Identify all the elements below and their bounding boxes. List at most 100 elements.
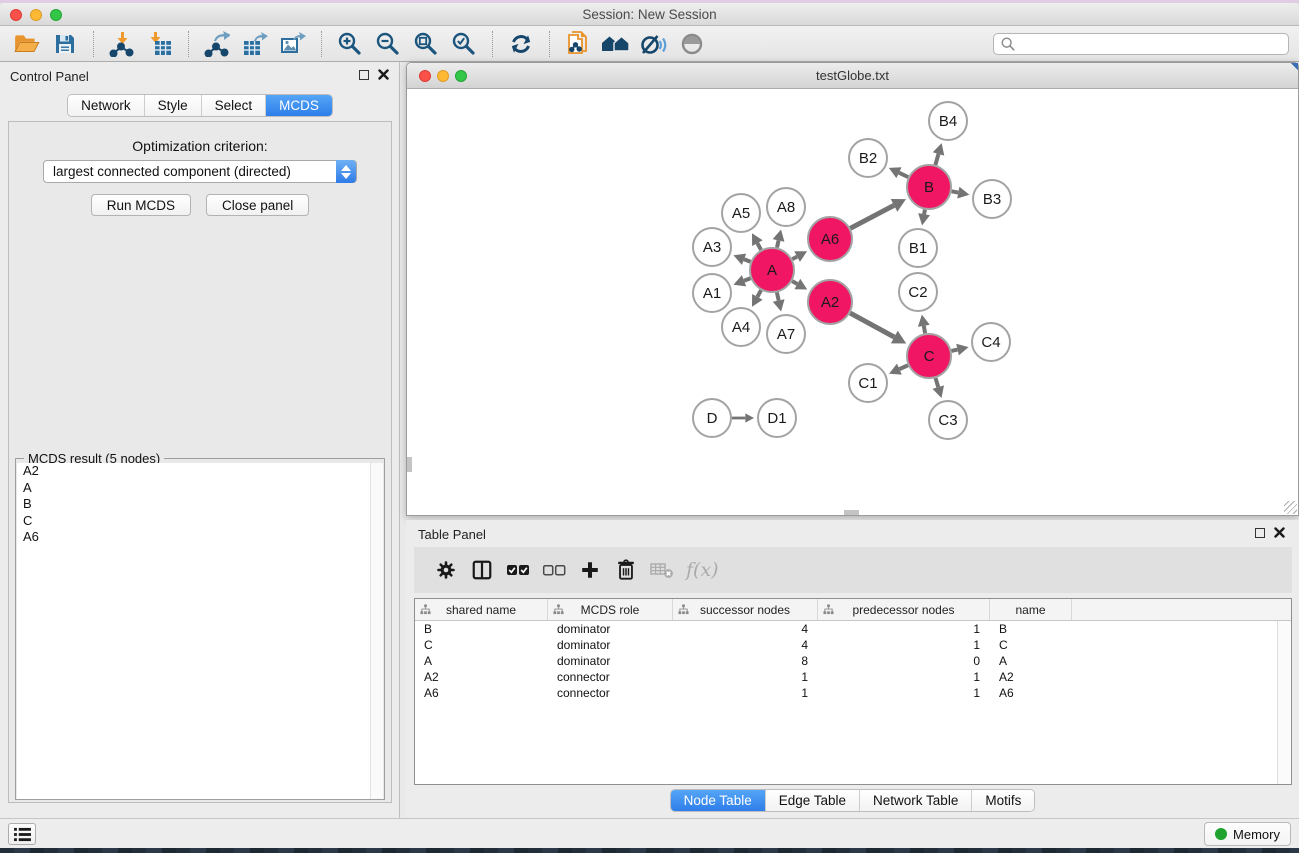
graph-node-B3[interactable]: B3 xyxy=(973,180,1011,218)
table-cell[interactable]: A xyxy=(990,653,1072,669)
table-row[interactable]: Cdominator41C xyxy=(415,637,1277,653)
graph-edge-A6-B[interactable] xyxy=(850,205,894,228)
graph-node-D1[interactable]: D1 xyxy=(758,399,796,437)
graph-node-A1[interactable]: A1 xyxy=(693,274,731,312)
table-row[interactable]: Adominator80A xyxy=(415,653,1277,669)
graph-node-C[interactable]: C xyxy=(907,334,951,378)
mcds-result-list[interactable]: A2ABCA6 xyxy=(17,463,371,799)
table-cell[interactable]: A2 xyxy=(415,669,548,685)
tab-mcds[interactable]: MCDS xyxy=(266,95,332,116)
column-header-shared-name[interactable]: shared name xyxy=(415,599,548,620)
graph-edge-C-C3[interactable] xyxy=(936,378,939,387)
graph-node-A8[interactable]: A8 xyxy=(767,188,805,226)
tab-node-table[interactable]: Node Table xyxy=(671,790,766,811)
table-cell[interactable]: 1 xyxy=(818,669,990,685)
table-cell[interactable]: 1 xyxy=(818,621,990,637)
table-cell[interactable]: 1 xyxy=(818,637,990,653)
optimization-criterion-dropdown[interactable]: largest connected component (directed) xyxy=(43,160,357,183)
column-header-mcds-role[interactable]: MCDS role xyxy=(548,599,673,620)
import-table-button[interactable] xyxy=(141,29,179,59)
graph-edge-B-B3[interactable] xyxy=(952,191,959,192)
table-cell[interactable]: dominator xyxy=(548,653,673,669)
graph-edge-A-A1[interactable] xyxy=(744,278,750,280)
add-column-button[interactable] xyxy=(572,554,608,586)
table-cell[interactable]: B xyxy=(415,621,548,637)
table-cell[interactable]: C xyxy=(415,637,548,653)
result-item[interactable]: C xyxy=(17,513,371,530)
network-graph[interactable]: B4B2BB3A8A5A6A3B1AC2A1A2A4A7C4CC1DD1C3 xyxy=(407,89,1298,515)
column-header-name[interactable]: name xyxy=(990,599,1072,620)
table-cell[interactable]: 0 xyxy=(818,653,990,669)
table-cell[interactable]: A6 xyxy=(990,685,1072,701)
graph-node-C1[interactable]: C1 xyxy=(849,364,887,402)
tab-network-table[interactable]: Network Table xyxy=(860,790,972,811)
result-item[interactable]: B xyxy=(17,496,371,513)
search-box[interactable] xyxy=(993,33,1289,55)
hide-graphics-details-button[interactable] xyxy=(635,29,673,59)
table-cell[interactable]: A6 xyxy=(415,685,548,701)
delete-table-button[interactable] xyxy=(644,554,680,586)
canvas-scroll-nub-bottom[interactable] xyxy=(844,510,859,515)
table-cell[interactable]: 1 xyxy=(673,669,818,685)
zoom-fit-button[interactable] xyxy=(407,29,445,59)
close-panel-icon[interactable] xyxy=(1274,527,1285,538)
column-header-successor-nodes[interactable]: successor nodes xyxy=(673,599,818,620)
graph-node-B4[interactable]: B4 xyxy=(929,102,967,140)
task-history-button[interactable] xyxy=(8,823,36,845)
table-cell[interactable]: 1 xyxy=(673,685,818,701)
graph-edge-C-C4[interactable] xyxy=(951,350,957,351)
table-row[interactable]: A6connector11A6 xyxy=(415,685,1277,701)
graph-node-A7[interactable]: A7 xyxy=(767,315,805,353)
delete-column-button[interactable] xyxy=(608,554,644,586)
save-session-button[interactable] xyxy=(46,29,84,59)
graph-node-C4[interactable]: C4 xyxy=(972,323,1010,361)
graph-edge-A-A5[interactable] xyxy=(757,243,761,250)
table-cell[interactable]: C xyxy=(990,637,1072,653)
tab-style[interactable]: Style xyxy=(145,95,202,116)
graph-edge-B-B4[interactable] xyxy=(935,154,938,165)
window-resize-grip[interactable] xyxy=(1284,501,1297,514)
table-cell[interactable]: connector xyxy=(548,669,673,685)
result-list-scrollbar[interactable] xyxy=(370,463,383,799)
table-cell[interactable]: dominator xyxy=(548,637,673,653)
network-window-titlebar[interactable]: testGlobe.txt xyxy=(407,63,1298,89)
graph-node-A[interactable]: A xyxy=(750,248,794,292)
table-scrollbar[interactable] xyxy=(1277,621,1291,784)
graph-edge-A-A6[interactable] xyxy=(792,257,797,260)
graph-edge-B-B1[interactable] xyxy=(924,210,925,215)
new-network-from-file-button[interactable] xyxy=(559,29,597,59)
home-button[interactable] xyxy=(597,29,635,59)
graph-edge-C-C2[interactable] xyxy=(924,326,925,334)
graph-node-A5[interactable]: A5 xyxy=(722,194,760,232)
export-table-button[interactable] xyxy=(236,29,274,59)
table-row[interactable]: A2connector11A2 xyxy=(415,669,1277,685)
table-row[interactable]: Bdominator41B xyxy=(415,621,1277,637)
float-panel-icon[interactable] xyxy=(359,70,369,80)
import-network-button[interactable] xyxy=(103,29,141,59)
graph-node-A6[interactable]: A6 xyxy=(808,217,852,261)
canvas-scroll-nub-left[interactable] xyxy=(407,457,412,472)
graph-node-A3[interactable]: A3 xyxy=(693,228,731,266)
close-panel-button[interactable]: Close panel xyxy=(206,194,309,216)
deselect-all-button[interactable] xyxy=(536,554,572,586)
zoom-selected-button[interactable] xyxy=(445,29,483,59)
select-all-button[interactable] xyxy=(500,554,536,586)
result-item[interactable]: A2 xyxy=(17,463,371,480)
graph-edge-A-A7[interactable] xyxy=(777,292,779,300)
graph-node-B2[interactable]: B2 xyxy=(849,139,887,177)
close-panel-icon[interactable] xyxy=(378,69,389,80)
search-input[interactable] xyxy=(1016,35,1282,53)
graph-edge-A-A8[interactable] xyxy=(777,240,779,247)
network-canvas[interactable]: B4B2BB3A8A5A6A3B1AC2A1A2A4A7C4CC1DD1C3 xyxy=(407,89,1298,515)
export-image-button[interactable] xyxy=(274,29,312,59)
tab-motifs[interactable]: Motifs xyxy=(972,790,1034,811)
graph-edge-B-B2[interactable] xyxy=(899,173,908,177)
refresh-view-button[interactable] xyxy=(502,29,540,59)
eye-button[interactable] xyxy=(673,29,711,59)
graph-node-C2[interactable]: C2 xyxy=(899,273,937,311)
show-column-button[interactable] xyxy=(464,554,500,586)
table-options-button[interactable] xyxy=(428,554,464,586)
zoom-out-button[interactable] xyxy=(369,29,407,59)
result-item[interactable]: A6 xyxy=(17,529,371,546)
graph-node-A4[interactable]: A4 xyxy=(722,308,760,346)
